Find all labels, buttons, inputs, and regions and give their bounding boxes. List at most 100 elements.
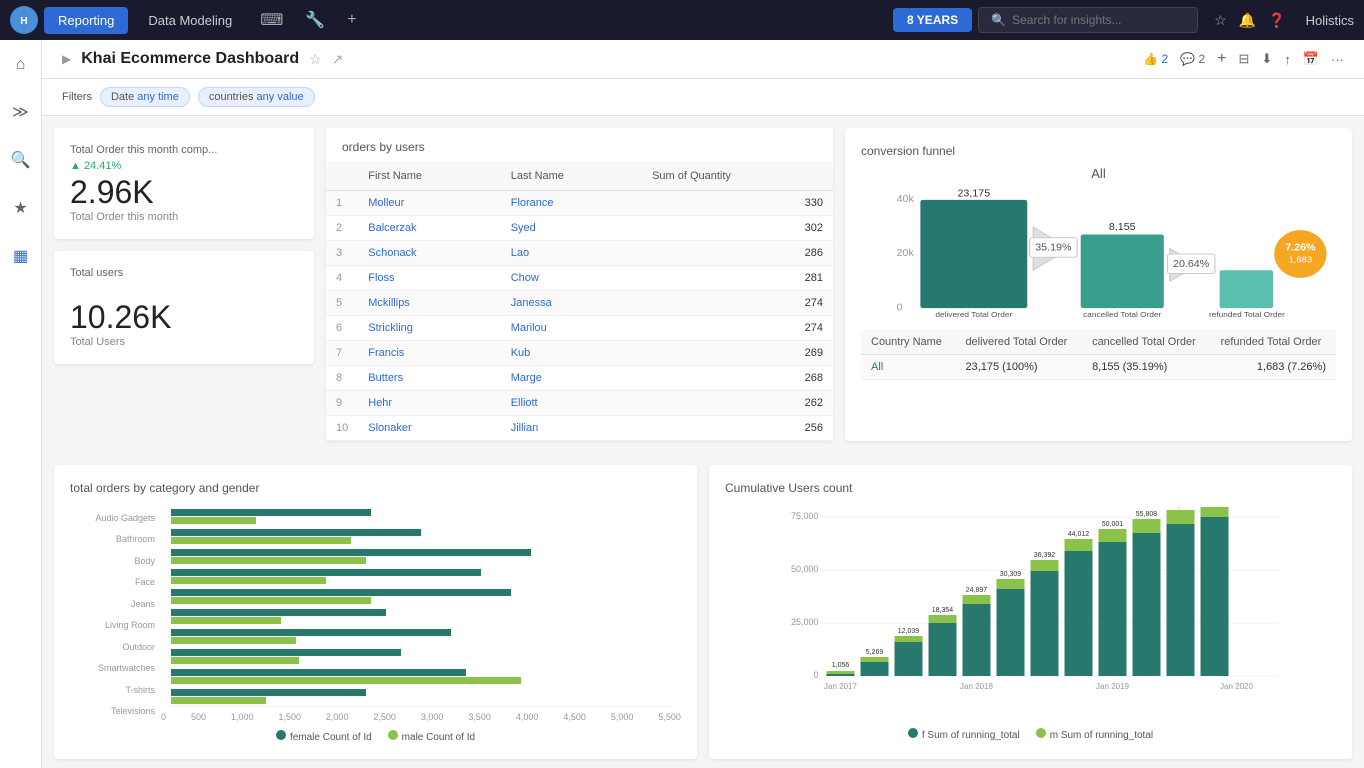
funnel-col-cancelled: cancelled Total Order [1082,330,1211,355]
schedule-icon[interactable]: 📅 [1303,51,1319,67]
kpi-users-title: Total users [70,267,298,279]
row-firstname[interactable]: Slonaker [358,416,500,441]
row-lastname[interactable]: Florance [501,191,642,216]
years-button[interactable]: 8 YEARS [893,8,972,32]
row-firstname[interactable]: Francis [358,341,500,366]
download-icon[interactable]: ⬇ [1261,51,1272,67]
sidebar-chevron-icon[interactable]: ≫ [6,96,35,128]
row-lastname[interactable]: Jillian [501,416,642,441]
row-num: 9 [326,391,358,416]
funnel-refunded-val: 1,683 (7.26%) [1211,355,1336,380]
svg-text:Jan 2018: Jan 2018 [960,682,993,691]
user-menu[interactable]: Holistics [1306,13,1354,28]
cat-outdoor: Outdoor [70,642,155,652]
row-lastname[interactable]: Kub [501,341,642,366]
category-chart-body: Audio Gadgets Bathroom Body Face Jeans L… [70,507,681,722]
svg-text:delivered Total Order: delivered Total Order [935,310,1012,319]
svg-text:24,897: 24,897 [966,587,988,594]
svg-text:50,000: 50,000 [791,564,819,574]
row-num: 6 [326,316,358,341]
row-firstname[interactable]: Strickling [358,316,500,341]
help-icon[interactable]: ❓ [1268,12,1285,29]
sidebar-search-icon[interactable]: 🔍 [5,144,37,176]
expand-icon: ▶ [62,52,71,66]
svg-text:Jan 2019: Jan 2019 [1096,682,1129,691]
table-row: 3 Schonack Lao 286 [326,241,833,266]
star-icon[interactable]: ☆ [1214,12,1227,29]
row-lastname[interactable]: Lao [501,241,642,266]
funnel-data-table: Country Name delivered Total Order cance… [861,330,1336,380]
row-firstname[interactable]: Mckillips [358,291,500,316]
row-lastname[interactable]: Elliott [501,391,642,416]
cumulative-legend: f Sum of running_total m Sum of running_… [725,728,1336,741]
table-row: 1 Molleur Florance 330 [326,191,833,216]
row-lastname[interactable]: Janessa [501,291,642,316]
svg-text:25,000: 25,000 [791,617,819,627]
countries-filter[interactable]: countries any value [198,87,315,107]
share-icon[interactable]: ↗ [332,51,344,68]
comment-button[interactable]: 💬 2 [1180,52,1205,66]
search-bar[interactable]: 🔍 [978,7,1198,33]
add-widget-icon[interactable]: + [1217,50,1226,68]
row-quantity: 256 [642,416,833,441]
data-modeling-tab[interactable]: Data Modeling [134,7,246,34]
kpi-order-title: Total Order this month comp... [70,144,298,156]
col-quantity: Sum of Quantity [642,162,833,191]
settings-icon[interactable]: 🔧 [297,6,333,34]
row-quantity: 268 [642,366,833,391]
cat-jeans: Jeans [70,599,155,609]
row-num: 3 [326,241,358,266]
main-content: ▶ Khai Ecommerce Dashboard ☆ ↗ 👍 2 💬 2 +… [42,40,1364,768]
svg-text:30,309: 30,309 [1000,571,1022,578]
svg-text:50,001: 50,001 [1102,521,1124,528]
row-lastname[interactable]: Marilou [501,316,642,341]
bookmark-icon[interactable]: ☆ [309,51,322,68]
reporting-tab[interactable]: Reporting [44,7,128,34]
add-icon[interactable]: + [339,7,364,33]
svg-text:refunded Total Order: refunded Total Order [1209,310,1285,319]
table-row: 5 Mckillips Janessa 274 [326,291,833,316]
row-firstname[interactable]: Floss [358,266,500,291]
row-num: 4 [326,266,358,291]
filter-icon[interactable]: ⊟ [1239,51,1250,67]
orders-table: First Name Last Name Sum of Quantity 1 M… [326,162,833,441]
cat-living: Living Room [70,620,155,630]
svg-text:12,039: 12,039 [898,628,920,635]
more-icon[interactable]: ··· [1331,52,1344,67]
female-legend-item: female Count of Id [276,730,372,743]
row-lastname[interactable]: Chow [501,266,642,291]
svg-text:44,012: 44,012 [1068,531,1090,538]
bell-icon[interactable]: 🔔 [1239,12,1256,29]
svg-text:36,392: 36,392 [1034,552,1056,559]
svg-text:cancelled Total Order: cancelled Total Order [1083,310,1162,319]
terminal-icon[interactable]: ⌨ [252,6,291,34]
row-lastname[interactable]: Marge [501,366,642,391]
row-firstname[interactable]: Molleur [358,191,500,216]
svg-text:75,000: 75,000 [791,511,819,521]
row-firstname[interactable]: Butters [358,366,500,391]
sidebar-star-icon[interactable]: ★ [7,192,33,224]
row-lastname[interactable]: Syed [501,216,642,241]
funnel-col-refunded: refunded Total Order [1211,330,1336,355]
like-button[interactable]: 👍 2 [1143,52,1168,66]
f-sum-legend: f Sum of running_total [908,728,1020,741]
row-firstname[interactable]: Schonack [358,241,500,266]
cat-audio: Audio Gadgets [70,513,155,523]
kpi-section: Total Order this month comp... ▲ 24.41% … [54,128,314,441]
search-input[interactable] [1012,13,1185,27]
svg-text:62,172: 62,172 [1170,507,1192,509]
table-row: 6 Strickling Marilou 274 [326,316,833,341]
svg-text:0: 0 [813,670,818,680]
share2-icon[interactable]: ↑ [1284,52,1291,67]
category-chart-card: total orders by category and gender Audi… [54,465,697,759]
funnel-country-all: All [861,355,955,380]
row-firstname[interactable]: Hehr [358,391,500,416]
orders-table-title: orders by users [326,128,833,162]
funnel-subtitle: All [861,166,1336,181]
row-firstname[interactable]: Balcerzak [358,216,500,241]
sidebar-dashboard-icon[interactable]: ▦ [7,240,34,272]
top-grid: Total Order this month comp... ▲ 24.41% … [42,116,1364,465]
sidebar-home-icon[interactable]: ⌂ [10,50,32,80]
date-filter[interactable]: Date any time [100,87,190,107]
row-num: 7 [326,341,358,366]
